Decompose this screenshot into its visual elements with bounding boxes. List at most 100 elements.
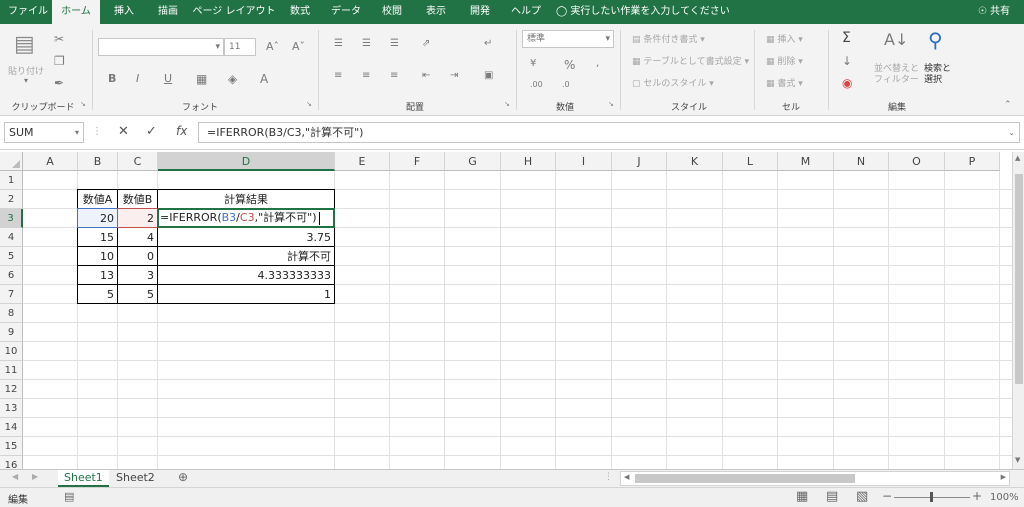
row-header-6[interactable]: 6 — [0, 266, 23, 285]
row-header-9[interactable]: 9 — [0, 323, 23, 342]
font-name-select[interactable]: ▾ — [98, 38, 224, 56]
border-icon[interactable]: ▦ — [196, 72, 207, 86]
column-header-o[interactable]: O — [889, 152, 945, 171]
increase-decimal-icon[interactable]: .00 — [530, 80, 543, 89]
row-header-7[interactable]: 7 — [0, 285, 23, 304]
row-header-10[interactable]: 10 — [0, 342, 23, 361]
tab-view[interactable]: 表示 — [416, 0, 456, 24]
decrease-decimal-icon[interactable]: .0 — [562, 80, 570, 89]
paste-icon[interactable]: ▤ — [14, 32, 35, 57]
font-color-icon[interactable]: A — [260, 72, 268, 86]
column-header-g[interactable]: G — [445, 152, 501, 171]
column-header-h[interactable]: H — [501, 152, 556, 171]
wrap-text-icon[interactable]: ↵ — [484, 38, 492, 49]
page-layout-view-icon[interactable]: ▤ — [826, 489, 838, 504]
cell-d7[interactable]: 1 — [158, 285, 334, 304]
percent-icon[interactable]: % — [564, 58, 575, 72]
column-header-p[interactable]: P — [945, 152, 1000, 171]
cell-c7[interactable]: 5 — [118, 285, 157, 304]
fill-color-icon[interactable]: ◈ — [228, 72, 237, 86]
increase-indent-icon[interactable]: ⇥ — [450, 70, 458, 81]
header-cell-result[interactable]: 計算結果 — [158, 190, 334, 209]
cell-c5[interactable]: 0 — [118, 247, 157, 266]
cell-b3[interactable]: 20 — [78, 209, 117, 228]
format-cells-button[interactable]: ▦ 書式 ▾ — [766, 76, 803, 89]
column-header-d[interactable]: D — [158, 152, 335, 171]
active-cell-d3[interactable]: =IFERROR(B3/C3,"計算不可") — [157, 208, 335, 228]
collapse-ribbon-icon[interactable]: ⌃ — [1004, 100, 1012, 110]
row-header-15[interactable]: 15 — [0, 437, 23, 456]
add-sheet-icon[interactable]: ⊕ — [178, 470, 188, 484]
tab-formulas[interactable]: 数式 — [280, 0, 320, 24]
orientation-icon[interactable]: ⇗ — [422, 38, 430, 49]
insert-function-icon[interactable]: fx — [176, 124, 187, 138]
cell-d6[interactable]: 4.333333333 — [158, 266, 334, 285]
normal-view-icon[interactable]: ▦ — [796, 489, 808, 504]
tab-page-layout[interactable]: ページ レイアウト — [192, 0, 276, 24]
merge-center-icon[interactable]: ▣ — [484, 70, 493, 81]
drag-handle-icon[interactable]: ⋮ — [92, 126, 102, 137]
row-header-14[interactable]: 14 — [0, 418, 23, 437]
align-left-icon[interactable]: ≡ — [334, 70, 342, 81]
column-header-f[interactable]: F — [390, 152, 445, 171]
fill-icon[interactable]: ↓ — [842, 54, 852, 68]
row-header-8[interactable]: 8 — [0, 304, 23, 323]
autosum-icon[interactable]: Σ — [842, 30, 851, 46]
cancel-icon[interactable]: ✕ — [118, 124, 129, 139]
column-header-e[interactable]: E — [335, 152, 390, 171]
row-header-13[interactable]: 13 — [0, 399, 23, 418]
number-launcher-icon[interactable]: ↘ — [608, 100, 614, 108]
zoom-level[interactable]: 100% — [990, 492, 1019, 503]
row-header-11[interactable]: 11 — [0, 361, 23, 380]
column-header-b[interactable]: B — [78, 152, 118, 171]
tab-home[interactable]: ホーム — [52, 0, 100, 24]
cell-c6[interactable]: 3 — [118, 266, 157, 285]
row-header-1[interactable]: 1 — [0, 171, 23, 190]
clear-icon[interactable]: ◉ — [842, 76, 852, 90]
zoom-in-icon[interactable]: + — [972, 489, 982, 503]
column-header-n[interactable]: N — [834, 152, 889, 171]
decrease-indent-icon[interactable]: ⇤ — [422, 70, 430, 81]
row-header-4[interactable]: 4 — [0, 228, 23, 247]
cell-b5[interactable]: 10 — [78, 247, 117, 266]
tab-data[interactable]: データ — [324, 0, 368, 24]
underline-icon[interactable]: U — [164, 72, 172, 85]
insert-cells-button[interactable]: ▦ 挿入 ▾ — [766, 32, 803, 45]
tab-split-handle-icon[interactable]: ⋮ — [604, 472, 613, 482]
row-header-12[interactable]: 12 — [0, 380, 23, 399]
align-middle-icon[interactable]: ☰ — [362, 38, 371, 49]
row-header-5[interactable]: 5 — [0, 247, 23, 266]
sheet-tab-sheet2[interactable]: Sheet2 — [110, 470, 161, 487]
font-launcher-icon[interactable]: ↘ — [306, 100, 312, 108]
column-header-k[interactable]: K — [667, 152, 723, 171]
scroll-right-icon[interactable]: ▶ — [1001, 473, 1006, 481]
delete-cells-button[interactable]: ▦ 削除 ▾ — [766, 54, 803, 67]
copy-icon[interactable]: ❐ — [54, 54, 65, 68]
column-header-i[interactable]: I — [556, 152, 612, 171]
sort-filter-label[interactable]: 並べ替えとフィルター — [874, 64, 920, 86]
table-format-button[interactable]: ▦ テーブルとして書式設定 ▾ — [632, 54, 749, 67]
row-header-3[interactable]: 3 — [0, 209, 23, 228]
vertical-scrollbar[interactable]: ▲ ▼ — [1012, 152, 1024, 469]
select-all-corner[interactable] — [0, 152, 23, 171]
share-button[interactable]: ☉ 共有 — [978, 0, 1010, 24]
tell-me-search[interactable]: ◯ 実行したい作業を入力してください — [556, 0, 730, 24]
cell-d3-editor[interactable]: =IFERROR(B3/C3,"計算不可") — [160, 210, 320, 226]
row-header-2[interactable]: 2 — [0, 190, 23, 209]
cell-b7[interactable]: 5 — [78, 285, 117, 304]
column-header-a[interactable]: A — [23, 152, 78, 171]
column-header-l[interactable]: L — [723, 152, 778, 171]
cell-b4[interactable]: 15 — [78, 228, 117, 247]
cell-c4[interactable]: 4 — [118, 228, 157, 247]
align-right-icon[interactable]: ≡ — [390, 70, 398, 81]
currency-icon[interactable]: ¥ — [530, 58, 536, 69]
next-sheet-icon[interactable]: ▶ — [32, 472, 38, 481]
cell-b6[interactable]: 13 — [78, 266, 117, 285]
sheet-tab-sheet1[interactable]: Sheet1 — [58, 470, 109, 487]
cell-d5[interactable]: 計算不可 — [158, 247, 334, 266]
cell-d4[interactable]: 3.75 — [158, 228, 334, 247]
zoom-slider-thumb[interactable] — [930, 492, 933, 502]
align-center-icon[interactable]: ≡ — [362, 70, 370, 81]
clipboard-launcher-icon[interactable]: ↘ — [80, 100, 86, 108]
comma-icon[interactable]: , — [596, 58, 599, 69]
